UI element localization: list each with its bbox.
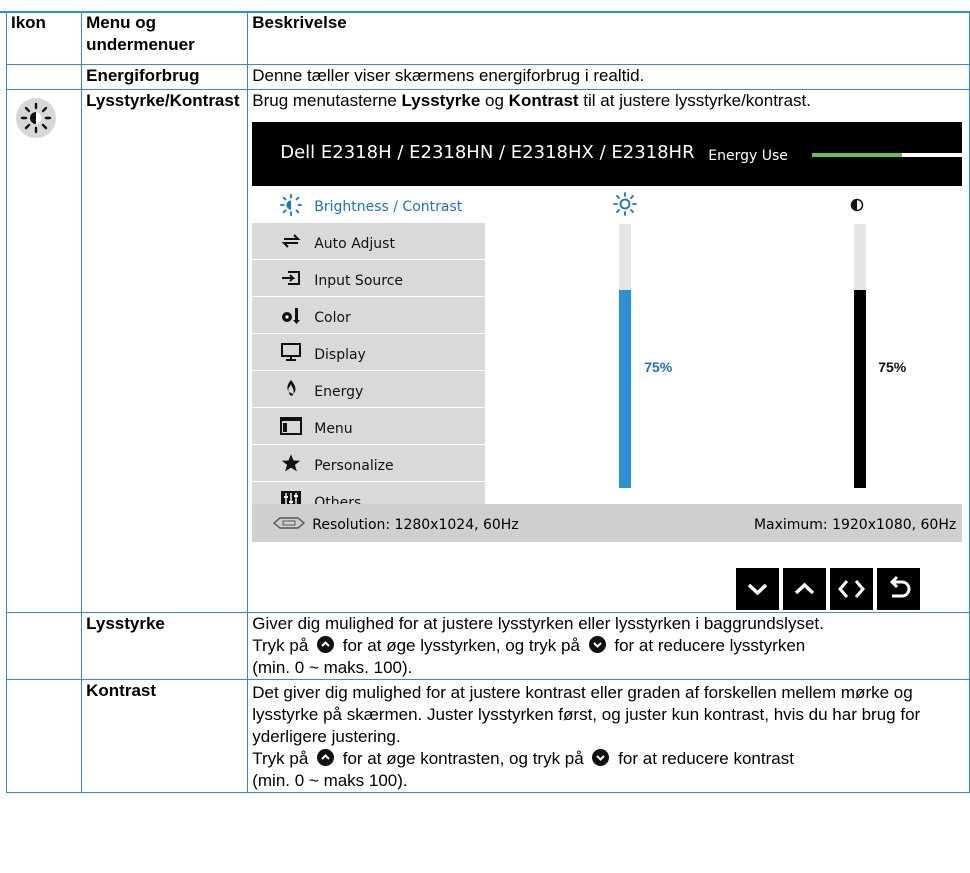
sun-icon (280, 194, 303, 216)
osd-menu-item-label: Display (314, 347, 366, 363)
brightness-slider-icon (613, 192, 638, 216)
desc-lysstyrke: Giver dig mulighed for at justere lyssty… (247, 612, 970, 680)
energy-meter-fill (812, 153, 903, 157)
osd-menu: Brightness / Contrast Auto Adjust Input So… (252, 186, 486, 519)
brightness-icon (16, 98, 56, 138)
osd-menu-item[interactable]: Menu (252, 408, 486, 445)
osd-menu-item-label: Energy (314, 384, 364, 400)
header-description: Beskrivelse (247, 11, 970, 65)
menu-icon (280, 416, 303, 436)
osd-screenshot: Dell E2318H / E2318HN / E2318HX / E2318H… (252, 122, 963, 542)
osd-menu-item[interactable]: Auto Adjust (252, 223, 486, 260)
left-right-icon (838, 580, 866, 598)
osd-energy-label: Energy Use (708, 148, 788, 164)
osd-menu-item-label: Color (314, 310, 351, 326)
osd-menu-item-label: Auto Adjust (314, 236, 395, 252)
up-button-icon (317, 636, 335, 653)
table-row-brightness-contrast: Lysstyrke/Kontrast Brug menutasterne Lys… (5, 89, 970, 613)
back-arrow-icon (890, 575, 911, 598)
auto-adjust-icon (280, 231, 302, 251)
select-button[interactable] (830, 568, 874, 610)
energy-meter (812, 153, 963, 157)
menu-kontrast: Kontrast (81, 679, 249, 793)
contrast-value: 75% (878, 359, 907, 375)
menu-table: Ikon Menu og undermenuer Beskrivelse Ene… (5, 11, 970, 793)
brightness-slider-fill (619, 290, 632, 488)
desc-lysstyrke-kontrast: Brug menutasterne Lysstyrke og Kontrast … (247, 89, 970, 613)
display-icon (280, 342, 302, 362)
table-row-energy: Energiforbrug Denne tæller viser skærmen… (5, 64, 970, 90)
up-button[interactable] (783, 568, 827, 610)
osd-model: Dell E2318H / E2318HN / E2318HX / E2318H… (280, 142, 695, 163)
desc-kontrast: Det giver dig mulighed for at justere ko… (247, 679, 970, 793)
menu-energiforbrug: Energiforbrug (81, 64, 249, 90)
down-button-icon (588, 636, 606, 653)
up-button-icon (317, 749, 335, 766)
osd-menu-item[interactable]: Display (252, 334, 486, 371)
down-button-icon (592, 749, 610, 766)
resolution-text: Resolution: 1280x1024, 60Hz (312, 517, 519, 533)
osd-menu-item[interactable]: Energy (252, 371, 486, 408)
header-icon: Ikon (5, 11, 83, 65)
osd-status-bar: Resolution: 1280x1024, 60Hz Maximum: 192… (252, 504, 963, 542)
osd-title-bar: Dell E2318H / E2318HN / E2318HX / E2318H… (252, 122, 963, 186)
osd-menu-item[interactable]: Input Source (252, 260, 486, 297)
osd-menu-item-label: Menu (314, 421, 353, 437)
osd-content: 75% 75% (485, 186, 963, 504)
menu-lysstyrke-kontrast: Lysstyrke/Kontrast (81, 89, 249, 613)
osd-menu-item[interactable]: Color (252, 297, 486, 334)
energy-icon (280, 379, 302, 399)
osd-menu-item-label: Brightness / Contrast (314, 199, 463, 215)
color-icon (280, 305, 302, 325)
contrast-slider-icon (850, 198, 864, 212)
header-menu: Menu og undermenuer (81, 11, 249, 65)
osd-menu-item[interactable]: Brightness / Contrast (252, 186, 486, 223)
osd-button-bar (252, 568, 962, 612)
chevron-up-icon (795, 582, 815, 595)
back-button[interactable] (877, 568, 921, 610)
table-row-contrast: Kontrast Det giver dig mulighed for at j… (5, 679, 970, 793)
contrast-slider-fill (854, 290, 867, 488)
table-header-row: Ikon Menu og undermenuer Beskrivelse (5, 11, 970, 65)
chevron-down-icon (748, 583, 768, 596)
input-source-icon (280, 268, 302, 288)
desc-energiforbrug: Denne tæller viser skærmens energiforbru… (247, 64, 970, 90)
down-button[interactable] (736, 568, 780, 610)
brightness-slider[interactable] (619, 224, 632, 488)
osd-menu-item-label: Personalize (314, 458, 394, 474)
desc-line: Brug menutasterne Lysstyrke og Kontrast … (252, 91, 811, 110)
star-icon (280, 453, 302, 473)
contrast-slider[interactable] (854, 224, 867, 488)
table-row-brightness: Lysstyrke Giver dig mulighed for at just… (5, 612, 970, 680)
brightness-value: 75% (644, 359, 673, 375)
osd-menu-item-label: Input Source (314, 273, 404, 289)
connector-icon (273, 517, 306, 529)
maximum-resolution-text: Maximum: 1920x1080, 60Hz (753, 517, 957, 533)
osd-menu-item[interactable]: Personalize (252, 445, 486, 482)
menu-lysstyrke: Lysstyrke (81, 612, 249, 680)
